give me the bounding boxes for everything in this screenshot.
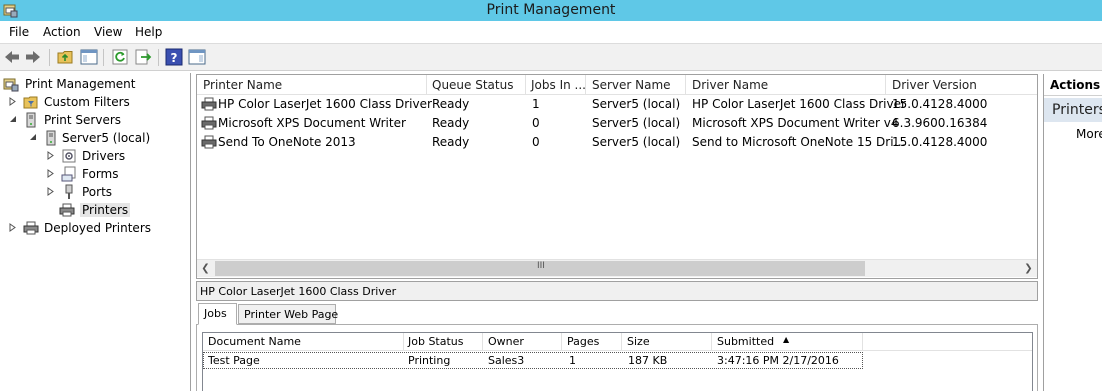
column-job-status[interactable]: Job Status: [408, 335, 464, 348]
column-resize-handle[interactable]: [585, 75, 586, 95]
svg-text:?: ?: [171, 51, 178, 65]
collapse-arrow-icon[interactable]: [9, 115, 17, 124]
server-icon: [23, 112, 39, 128]
help-icon[interactable]: ?: [165, 48, 183, 66]
show-hide-tree-icon[interactable]: [80, 48, 98, 66]
refresh-icon[interactable]: [111, 48, 129, 66]
detail-header: HP Color LaserJet 1600 Class Driver: [196, 281, 1038, 301]
printer-icon: [59, 202, 75, 218]
window-title: Print Management: [486, 2, 616, 18]
forms-icon: [61, 166, 77, 182]
tab-printer-web-page[interactable]: Printer Web Page: [238, 304, 338, 324]
navigation-tree: Print Management Custom Filters Print Se…: [0, 73, 191, 391]
printer-row[interactable]: HP Color LaserJet 1600 Class Driver Read…: [197, 95, 1037, 114]
drivers-icon: [61, 148, 77, 164]
printer-icon: [23, 220, 39, 236]
expand-arrow-icon[interactable]: [9, 97, 17, 106]
column-resize-handle[interactable]: [403, 333, 404, 351]
column-resize-handle[interactable]: [426, 75, 427, 95]
jobs-tab-content: Document Name Job Status Owner Pages Siz…: [196, 324, 1038, 391]
printer-icon: [201, 97, 217, 112]
horizontal-scrollbar[interactable]: ❮ III ❯: [197, 259, 1037, 277]
column-resize-handle[interactable]: [862, 333, 863, 351]
server-icon: [43, 130, 59, 146]
sort-ascending-icon: ▲: [783, 335, 790, 344]
detail-tabs: Jobs Printer Web Page: [196, 303, 1038, 325]
menu-file[interactable]: File: [9, 25, 29, 39]
column-resize-handle[interactable]: [885, 75, 886, 95]
menu-help[interactable]: Help: [135, 25, 162, 39]
scroll-left-icon[interactable]: ❮: [197, 260, 214, 277]
column-resize-handle[interactable]: [685, 75, 686, 95]
column-size[interactable]: Size: [627, 335, 650, 348]
actions-header: Actions: [1044, 74, 1102, 96]
jobs-list-header: Document Name Job Status Owner Pages Siz…: [203, 333, 1032, 351]
column-jobs-in[interactable]: Jobs In ...: [531, 78, 586, 92]
column-resize-handle[interactable]: [621, 333, 622, 351]
tab-jobs[interactable]: Jobs: [198, 303, 237, 325]
column-printer-name[interactable]: Printer Name: [203, 78, 282, 92]
printer-icon: [201, 116, 217, 131]
column-queue-status[interactable]: Queue Status: [432, 78, 513, 92]
menu-action[interactable]: Action: [43, 25, 81, 39]
printer-list: Printer Name Queue Status Jobs In ... Se…: [196, 74, 1038, 279]
job-row[interactable]: Test Page Printing Sales3 1 187 KB 3:47:…: [203, 352, 863, 369]
export-list-icon[interactable]: [134, 48, 152, 66]
column-owner[interactable]: Owner: [488, 335, 524, 348]
printer-row[interactable]: Send To OneNote 2013 Ready 0 Server5 (lo…: [197, 133, 1037, 152]
column-resize-handle[interactable]: [561, 333, 562, 351]
scroll-right-icon[interactable]: ❯: [1020, 260, 1037, 277]
more-actions-link[interactable]: More: [1076, 127, 1102, 141]
collapse-arrow-icon[interactable]: [29, 133, 37, 142]
expand-arrow-icon[interactable]: [47, 151, 55, 160]
show-hide-action-pane-icon[interactable]: [188, 48, 206, 66]
expand-arrow-icon[interactable]: [47, 187, 55, 196]
actions-pane: Actions Printers More: [1043, 74, 1102, 391]
menu-view[interactable]: View: [94, 25, 122, 39]
printer-row[interactable]: Microsoft XPS Document Writer Ready 0 Se…: [197, 114, 1037, 133]
actions-section-printers[interactable]: Printers: [1044, 98, 1102, 122]
toolbar: ?: [0, 43, 1102, 71]
forward-arrow-icon[interactable]: [24, 48, 42, 66]
column-resize-handle[interactable]: [482, 333, 483, 351]
column-server-name[interactable]: Server Name: [592, 78, 671, 92]
column-resize-handle[interactable]: [711, 333, 712, 351]
printer-icon: [201, 135, 217, 150]
column-submitted[interactable]: Submitted: [717, 335, 774, 348]
menu-bar: File Action View Help: [0, 21, 1102, 43]
column-resize-handle[interactable]: [525, 75, 526, 95]
filter-folder-icon: [23, 94, 39, 110]
detail-title: HP Color LaserJet 1600 Class Driver: [200, 285, 397, 298]
up-folder-icon[interactable]: [57, 48, 75, 66]
expand-arrow-icon[interactable]: [47, 169, 55, 178]
column-driver-name[interactable]: Driver Name: [692, 78, 768, 92]
jobs-list: Document Name Job Status Owner Pages Siz…: [202, 332, 1033, 391]
expand-arrow-icon[interactable]: [9, 223, 17, 232]
column-driver-version[interactable]: Driver Version: [892, 78, 977, 92]
ports-icon: [61, 184, 77, 200]
printer-list-header: Printer Name Queue Status Jobs In ... Se…: [197, 75, 1037, 95]
column-pages[interactable]: Pages: [567, 335, 599, 348]
back-arrow-icon[interactable]: [3, 48, 21, 66]
column-document-name[interactable]: Document Name: [208, 335, 301, 348]
print-management-icon: [3, 76, 19, 92]
title-bar: Print Management: [0, 0, 1102, 21]
